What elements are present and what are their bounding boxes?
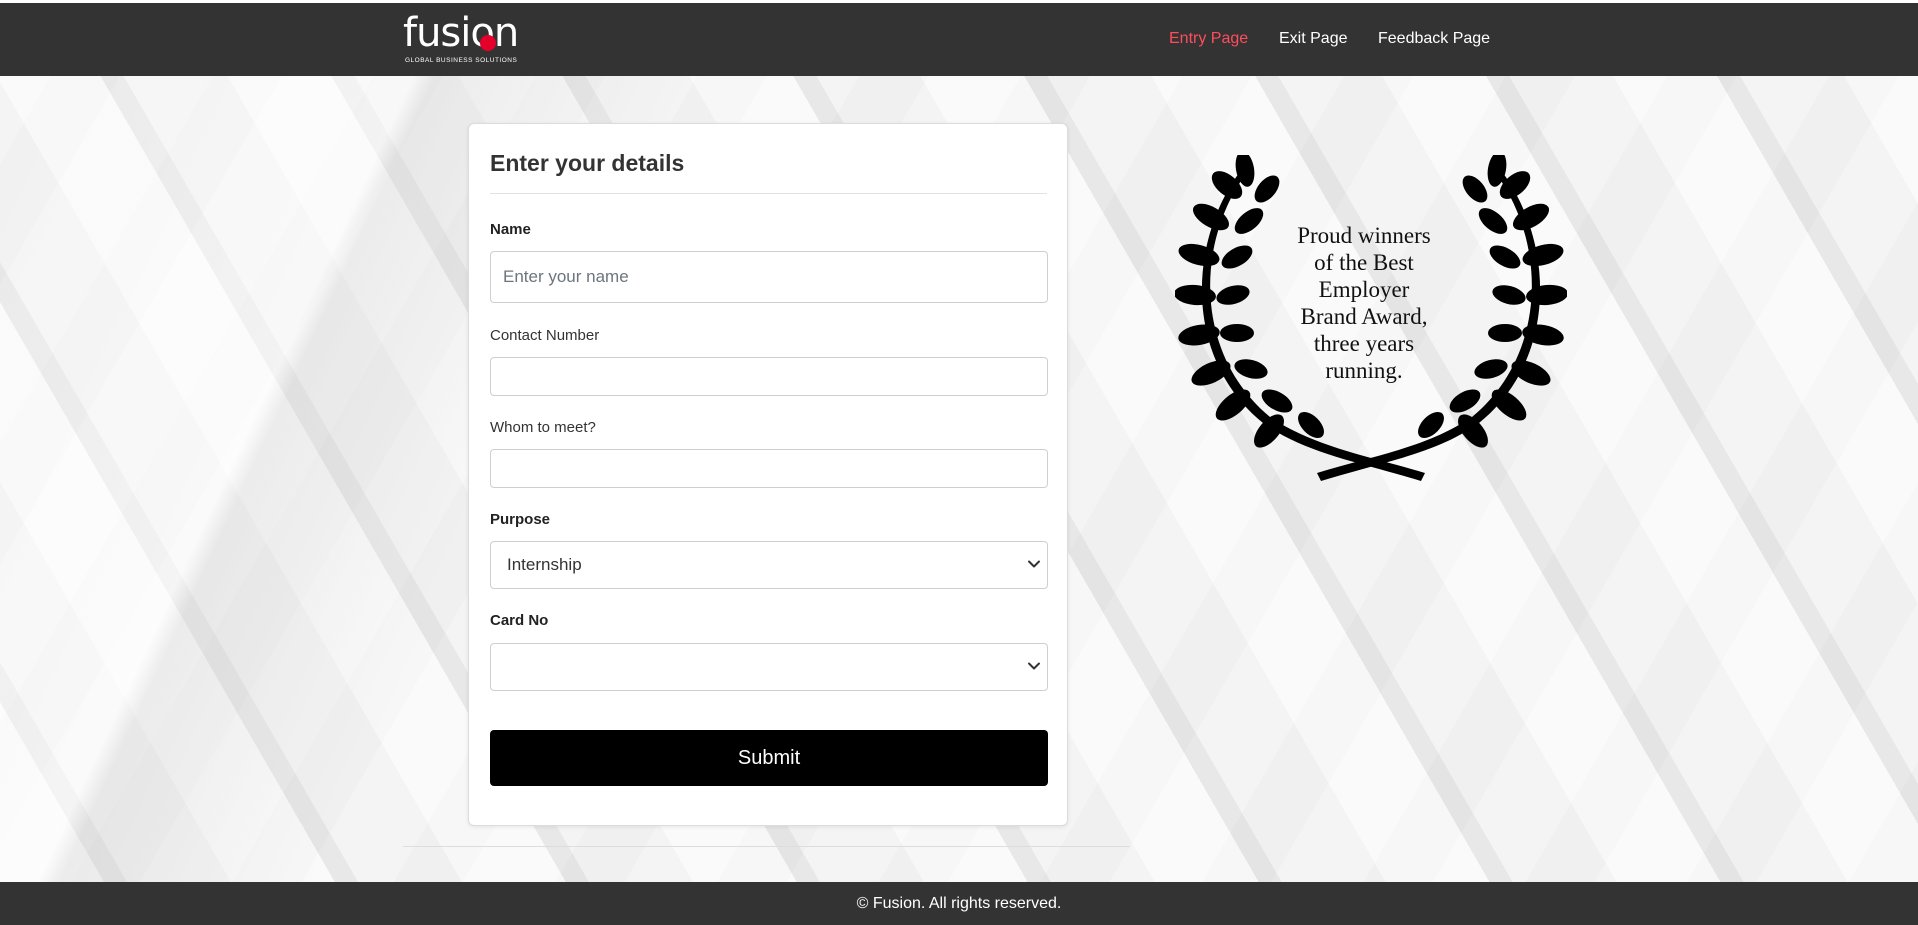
purpose-label: Purpose [490,511,551,528]
title-divider [490,193,1047,194]
award-text-line: of the Best [1314,250,1414,275]
award-text-line: running. [1325,358,1403,383]
name-label: Name [490,221,531,238]
nav-entry-page[interactable]: Entry Page [1169,30,1248,48]
award-text-line: three years [1313,331,1415,356]
chevron-down-icon [1028,662,1040,670]
submit-button[interactable]: Submit [490,730,1048,786]
award-text-line: Proud winners [1297,223,1431,248]
nav-feedback-page[interactable]: Feedback Page [1378,30,1490,48]
fusion-logo[interactable]: fusion GLOBAL BUSINESS SOLUTIONS [403,10,533,69]
card-no-select[interactable] [490,643,1048,691]
logo-tagline: GLOBAL BUSINESS SOLUTIONS [405,57,518,64]
whom-to-meet-input[interactable] [490,449,1048,488]
whom-to-meet-label: Whom to meet? [490,419,596,436]
logo-wordmark: fusion [403,10,519,56]
chevron-down-icon [1028,560,1040,568]
purpose-select[interactable]: Internship [490,541,1048,589]
page-footer: © Fusion. All rights reserved. [0,882,1918,925]
contact-number-input[interactable] [490,357,1048,396]
content-divider [403,846,1130,847]
logo-red-dot-icon [480,35,496,51]
contact-number-label: Contact Number [490,327,600,344]
copyright-text: © Fusion. All rights reserved. [856,895,1062,912]
award-text-line: Employer [1318,277,1410,302]
award-badge: Proud winners of the Best Employer Brand Aw… [1174,151,1568,485]
details-form-card: Enter your details Name Contact Number W… [468,123,1068,826]
award-text-line: Brand Award, [1300,304,1428,329]
purpose-selected-value: Internship [507,555,582,574]
nav-exit-page[interactable]: Exit Page [1279,30,1347,48]
top-navbar: fusion GLOBAL BUSINESS SOLUTIONS Entry P… [0,3,1918,76]
name-input[interactable] [490,251,1048,303]
award-text: Proud winners of the Best Employer Brand Aw… [1276,222,1452,384]
form-title: Enter your details [490,150,685,176]
card-no-label: Card No [490,612,549,629]
